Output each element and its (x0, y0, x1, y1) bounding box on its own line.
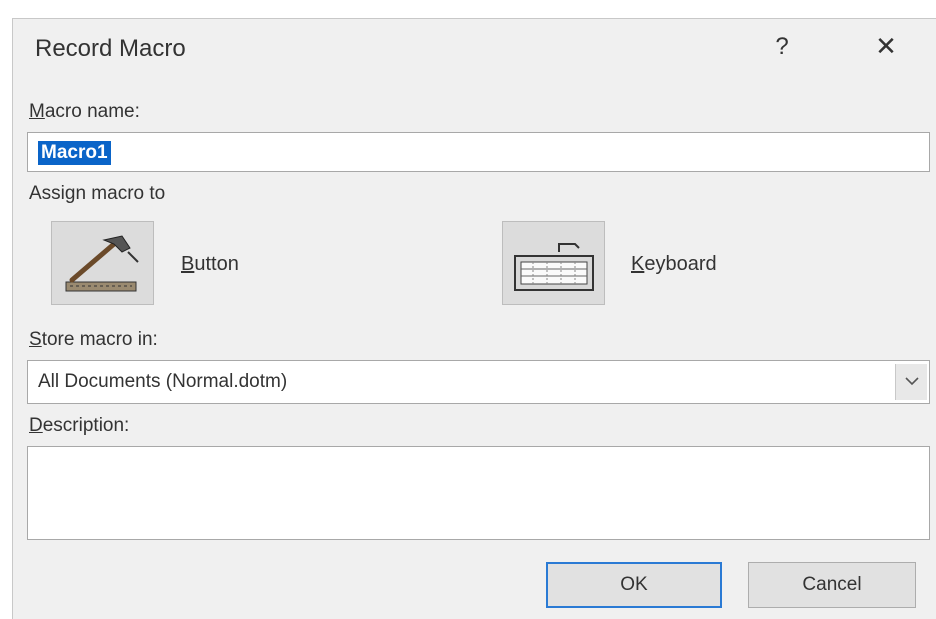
button-option-label: Button (181, 253, 239, 276)
hammer-icon (65, 235, 139, 292)
help-button[interactable]: ? (767, 31, 797, 63)
cancel-button[interactable]: Cancel (748, 562, 916, 608)
close-button[interactable]: ✕ (869, 29, 903, 63)
button-label-text: utton (194, 253, 239, 275)
macro-name-label-text: acro name: (44, 101, 140, 122)
store-macro-value: All Documents (Normal.dotm) (38, 371, 288, 392)
record-macro-dialog: Record Macro ? ✕ Macro name: Macro1 Assi… (12, 18, 936, 619)
description-label: Description: (29, 415, 129, 437)
store-label-text: tore macro in: (41, 329, 158, 350)
keyboard-access-key: K (631, 253, 645, 275)
macro-name-label: Macro name: (29, 101, 140, 123)
ok-button[interactable]: OK (546, 562, 722, 608)
keyboard-label-text: eyboard (644, 253, 717, 275)
keyboard-option-label: Keyboard (631, 253, 717, 276)
dialog-title: Record Macro (35, 35, 186, 62)
keyboard-icon (514, 243, 594, 291)
description-textarea[interactable] (27, 446, 930, 540)
assign-keyboard-button[interactable] (502, 221, 605, 305)
macro-name-value: Macro1 (38, 141, 111, 165)
dropdown-button[interactable] (895, 364, 927, 400)
macro-name-input[interactable]: Macro1 (27, 132, 930, 172)
store-macro-select[interactable]: All Documents (Normal.dotm) (27, 360, 930, 404)
store-access-key: S (29, 329, 42, 350)
description-label-text: escription: (42, 415, 130, 436)
assign-macro-label: Assign macro to (29, 183, 166, 204)
chevron-down-icon (904, 377, 919, 386)
assign-button-button[interactable] (51, 221, 154, 305)
button-access-key: B (181, 253, 195, 275)
store-macro-label: Store macro in: (29, 329, 158, 351)
description-access-key: D (29, 415, 43, 436)
macro-name-access-key: M (29, 101, 45, 122)
